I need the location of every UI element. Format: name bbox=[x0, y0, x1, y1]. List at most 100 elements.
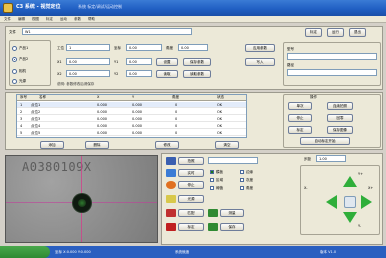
single-shot-button[interactable]: 单次 bbox=[288, 102, 312, 110]
radio-label: 光源 bbox=[19, 79, 26, 83]
option-select[interactable] bbox=[208, 157, 258, 164]
option-label: 角度 bbox=[246, 186, 253, 190]
row2-set-button[interactable]: 设置 bbox=[156, 58, 178, 66]
save-image-button[interactable]: 保存图像 bbox=[327, 126, 353, 134]
table-row[interactable]: 5 点位5 0.000 0.000 0 OK bbox=[17, 130, 246, 136]
model-group bbox=[283, 42, 381, 86]
calibrate-icon bbox=[166, 223, 176, 231]
cell: 0.000 bbox=[97, 117, 108, 121]
form-note: 说明: 参数修改后请保存 bbox=[57, 82, 95, 86]
jog-step-field[interactable]: 1.00 bbox=[316, 155, 346, 162]
option-angle-checkbox[interactable] bbox=[240, 186, 244, 190]
menu-item[interactable]: 编辑 bbox=[18, 17, 25, 22]
tab-exit[interactable]: 退出 bbox=[349, 28, 366, 37]
calibrate-run-button[interactable]: 标定 bbox=[178, 223, 204, 231]
points-table[interactable]: 序号 名称 X Y 角度 状态 1 点位1 0.000 0.000 0 OK 2… bbox=[16, 94, 247, 138]
jog-up-arrow-icon[interactable] bbox=[343, 176, 357, 187]
jog-step-value: 1.00 bbox=[319, 157, 327, 161]
col-header: X bbox=[97, 95, 100, 99]
auto-calibrate-button[interactable]: 自动标定开始 bbox=[300, 137, 350, 145]
row2-save-button[interactable]: 保存参数 bbox=[183, 58, 211, 66]
delete-button[interactable]: 删除 bbox=[85, 141, 109, 149]
radio-product2[interactable] bbox=[12, 57, 17, 62]
path-field[interactable] bbox=[287, 69, 377, 76]
row3-field-a[interactable]: 0.00 bbox=[66, 70, 110, 77]
cell: OK bbox=[217, 124, 223, 128]
row1-field-a[interactable]: 1 bbox=[66, 44, 110, 51]
stop-capture-button[interactable]: 停止 bbox=[178, 181, 204, 189]
row3-field-b[interactable]: 0.00 bbox=[126, 70, 152, 77]
cell: 0 bbox=[175, 103, 178, 107]
row3-read-button[interactable]: 读取 bbox=[156, 70, 178, 78]
radio-label: 产品2 bbox=[19, 57, 29, 61]
status-bar: 坐标 X:0.000 Y:0.000 系统就绪 版本 V1.0 bbox=[0, 246, 386, 258]
light-button[interactable]: 光源 bbox=[178, 195, 204, 203]
cell: 0.000 bbox=[97, 110, 108, 114]
save-button[interactable]: 保存 bbox=[220, 223, 244, 231]
light-icon bbox=[166, 195, 176, 203]
option-gray-checkbox[interactable] bbox=[240, 178, 244, 182]
live-button[interactable]: 实时 bbox=[178, 169, 204, 177]
option-region-checkbox[interactable] bbox=[210, 178, 214, 182]
row3-label-a: X2 bbox=[57, 72, 62, 76]
row2-field-b[interactable]: 0.00 bbox=[126, 58, 152, 65]
menu-item[interactable]: 参数 bbox=[74, 17, 81, 22]
operations-title: 操作 bbox=[310, 95, 317, 99]
tab-calibrate[interactable]: 标定 bbox=[305, 28, 322, 37]
tab-run[interactable]: 运行 bbox=[327, 28, 344, 37]
file-label: 文件 bbox=[9, 30, 16, 34]
menu-item[interactable]: 帮助 bbox=[88, 17, 95, 22]
home-button[interactable]: 回零 bbox=[327, 114, 353, 122]
col-header: 名称 bbox=[39, 95, 46, 99]
apply-params-button[interactable]: 应用参数 bbox=[245, 44, 275, 52]
option-label: 边缘 bbox=[246, 170, 253, 174]
measure-button[interactable]: 测量 bbox=[220, 209, 244, 217]
camera-view[interactable]: A0380109X bbox=[5, 155, 158, 243]
add-button[interactable]: 添加 bbox=[40, 141, 64, 149]
row1-label-b: 坐标 bbox=[114, 46, 121, 50]
menu-item[interactable]: 运动 bbox=[60, 17, 67, 22]
cell: 点位4 bbox=[31, 124, 41, 128]
jog-label-yplus: Y+ bbox=[358, 172, 364, 176]
jog-down-arrow-icon[interactable] bbox=[343, 212, 357, 223]
row1-field-c[interactable]: 0.00 bbox=[178, 44, 208, 51]
cell: 5 bbox=[20, 131, 23, 135]
write-button[interactable]: 写入 bbox=[245, 58, 275, 66]
jog-left-arrow-icon[interactable] bbox=[326, 195, 337, 209]
status-version: 版本 V1.0 bbox=[320, 250, 337, 254]
row3-load-button[interactable]: 读取参数 bbox=[183, 70, 211, 78]
radio-camera[interactable] bbox=[12, 69, 17, 74]
option-label: 模板 bbox=[216, 170, 223, 174]
match-button[interactable]: 匹配 bbox=[178, 209, 204, 217]
menu-item[interactable]: 标定 bbox=[46, 17, 53, 22]
continuous-button[interactable]: 连续拍照 bbox=[327, 102, 353, 110]
option-threshold-checkbox[interactable] bbox=[210, 186, 214, 190]
jog-center-button[interactable] bbox=[344, 196, 356, 208]
file-field[interactable]: W1 bbox=[22, 28, 192, 35]
table-row[interactable]: 3 点位3 0.000 0.000 0 OK bbox=[17, 116, 246, 122]
modify-button[interactable]: 修改 bbox=[155, 141, 179, 149]
match-icon bbox=[166, 209, 176, 217]
option-template-checkbox[interactable] bbox=[210, 170, 214, 174]
row2-field-a[interactable]: 0.00 bbox=[66, 58, 110, 65]
table-row[interactable]: 4 点位4 0.000 0.000 0 OK bbox=[17, 123, 246, 129]
menu-item[interactable]: 文件 bbox=[4, 17, 11, 22]
cell: 点位1 bbox=[31, 103, 41, 107]
stop-button[interactable]: 停止 bbox=[288, 114, 312, 122]
start-button[interactable] bbox=[0, 246, 50, 258]
model-field[interactable] bbox=[287, 53, 377, 60]
row3-value-a: 0.00 bbox=[69, 72, 77, 76]
option-edge-checkbox[interactable] bbox=[240, 170, 244, 174]
radio-light[interactable] bbox=[12, 79, 17, 84]
cell: 0 bbox=[175, 110, 178, 114]
jog-right-arrow-icon[interactable] bbox=[361, 195, 372, 209]
table-row[interactable]: 2 点位2 0.000 0.000 0 OK bbox=[17, 109, 246, 115]
jog-label-xplus: X+ bbox=[368, 186, 374, 190]
row1-field-b[interactable]: 0.00 bbox=[126, 44, 162, 51]
radio-product1[interactable] bbox=[12, 46, 17, 51]
capture-button[interactable]: 拍照 bbox=[178, 157, 204, 165]
table-row[interactable]: 1 点位1 0.000 0.000 0 OK bbox=[17, 102, 246, 108]
clear-button[interactable]: 清空 bbox=[215, 141, 239, 149]
calibrate-button[interactable]: 标定 bbox=[288, 126, 312, 134]
menu-item[interactable]: 视图 bbox=[32, 17, 39, 22]
